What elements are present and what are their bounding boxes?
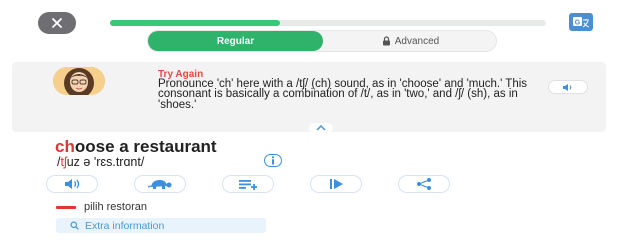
chevron-up-icon [316, 125, 326, 131]
ipa-rest: uz ə 'rɛs.trɑnt/ [66, 155, 145, 169]
playlist-add-icon [239, 180, 257, 190]
speaker-icon [563, 83, 572, 91]
translate-icon: G [573, 16, 590, 27]
next-icon [330, 179, 343, 189]
tutor-avatar-icon [53, 67, 105, 95]
extra-information-label: Extra information [85, 219, 165, 232]
feedback-message: Pronounce 'ch' here with a /tʃ/ (ch) sou… [158, 78, 528, 111]
tab-regular[interactable]: Regular [148, 31, 323, 51]
next-button[interactable] [310, 175, 362, 193]
translation-text: pilih restoran [84, 201, 147, 213]
info-button[interactable] [264, 154, 282, 167]
svg-text:G: G [575, 19, 581, 26]
feedback-speaker-button[interactable] [548, 80, 588, 94]
translation-marker [56, 205, 76, 209]
play-slow-button[interactable] [134, 175, 186, 193]
action-bar [46, 175, 466, 195]
tab-advanced[interactable]: Advanced [323, 31, 498, 51]
phrase-text: choose a restaurant [55, 137, 217, 157]
close-icon [52, 18, 62, 28]
share-button[interactable] [398, 175, 450, 193]
share-icon [417, 178, 431, 190]
translate-button[interactable]: G [569, 13, 593, 31]
play-audio-button[interactable] [46, 175, 98, 193]
extra-information-button[interactable]: Extra information [56, 218, 266, 233]
phrase-highlight: ch [55, 137, 75, 156]
progress-bar [110, 20, 546, 26]
tab-regular-label: Regular [216, 35, 255, 47]
avatar [53, 67, 105, 95]
turtle-icon [147, 180, 172, 189]
phrase-rest: oose a restaurant [74, 137, 217, 156]
add-to-list-button[interactable] [222, 175, 274, 193]
info-icon [271, 156, 275, 165]
progress-fill [110, 20, 281, 26]
collapse-feedback-button[interactable] [309, 123, 333, 133]
tab-advanced-label: Advanced [394, 35, 440, 47]
translation-row: pilih restoran [56, 201, 147, 213]
close-button[interactable] [38, 12, 76, 34]
lock-icon [382, 36, 390, 46]
speaker-icon [65, 179, 80, 189]
phrase-ipa: /tʃuz ə 'rɛs.trɑnt/ [57, 155, 144, 169]
search-icon [70, 221, 79, 230]
mode-toggle: Regular Advanced [147, 30, 497, 52]
